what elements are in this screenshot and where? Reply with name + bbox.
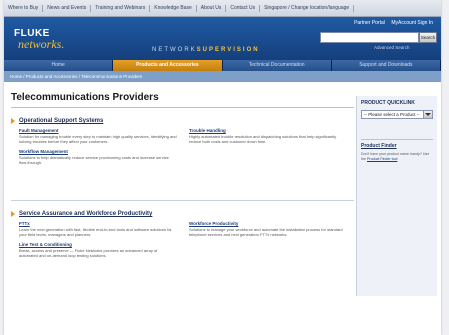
main-content: Telecommunications Providers Operational… xyxy=(11,92,354,263)
right-sidebar: PRODUCT QUICKLINK -- Please select a Pro… xyxy=(356,96,437,296)
chevron-right-icon xyxy=(11,211,15,217)
account-links: Partner Portal MyAccount Sign In xyxy=(349,20,433,26)
sign-in-link[interactable]: MyAccount Sign In xyxy=(391,20,433,26)
item-description: Highly automated trouble resolution and … xyxy=(189,134,337,144)
browser-page: Where to Buy News and Events Training an… xyxy=(4,0,441,335)
item-description: Solutions to manage your workforce and a… xyxy=(189,227,343,237)
product-finder-box: Product Finder Don't have your product n… xyxy=(361,139,433,162)
item-description: Break, access and preserve — Fluke Netwo… xyxy=(19,248,158,258)
tab-products[interactable]: Products and Accessories xyxy=(113,60,223,71)
product-finder-link[interactable]: Product Finder tool xyxy=(367,157,397,161)
section-oss: Operational Support Systems Fault Manage… xyxy=(11,118,354,170)
topbar-link-about-us[interactable]: About Us xyxy=(197,4,227,12)
list-item: Fault Management Solution for managing t… xyxy=(19,128,177,144)
item-description: Solutions to help dramatically reduce se… xyxy=(19,155,169,165)
main-nav: Home Products and Accessories Technical … xyxy=(4,60,441,71)
search-button[interactable]: Search xyxy=(419,32,437,43)
partner-portal-link[interactable]: Partner Portal xyxy=(354,20,385,26)
product-finder-title[interactable]: Product Finder xyxy=(361,143,433,149)
topbar-link-contact-us[interactable]: Contact Us xyxy=(226,4,261,12)
tab-home[interactable]: Home xyxy=(4,60,114,71)
utility-bar: Where to Buy News and Events Training an… xyxy=(4,0,441,17)
section-divider xyxy=(11,200,354,201)
tagline-highlight: SUPERVISION xyxy=(196,47,260,53)
list-item: Workforce Productivity Solutions to mana… xyxy=(189,221,347,237)
breadcrumb[interactable]: Home / Products and Accessories / Teleco… xyxy=(4,71,441,82)
item-description: Learn the next generation with fast, fle… xyxy=(19,227,172,237)
topbar-link-news[interactable]: News and Events xyxy=(43,4,92,12)
list-item: Workflow Management Solutions to help dr… xyxy=(19,149,177,165)
product-quicklink-select[interactable]: -- Please select a Product -- xyxy=(361,110,433,119)
tagline-prefix: NETWORK xyxy=(152,47,197,53)
list-item: Line Test & Conditioning Break, access a… xyxy=(19,242,177,258)
search-input[interactable] xyxy=(320,32,419,43)
section-title[interactable]: Operational Support Systems xyxy=(19,118,103,124)
section-title[interactable]: Service Assurance and Workforce Producti… xyxy=(19,211,152,217)
logo-networks-text: networks. xyxy=(18,37,65,51)
product-finder-text: Don't have your product name handy? Use … xyxy=(361,152,433,162)
chevron-down-icon[interactable] xyxy=(423,111,432,118)
topbar-link-training[interactable]: Training and Webinars xyxy=(91,4,151,12)
fluke-networks-logo[interactable]: FLUKE networks. xyxy=(14,29,65,51)
item-description: Solution for managing trouble every step… xyxy=(19,134,177,144)
section-service-assurance: Service Assurance and Workforce Producti… xyxy=(11,211,354,263)
advanced-search-link[interactable]: Advanced Search xyxy=(374,45,410,50)
chevron-right-icon xyxy=(11,118,15,124)
select-value: -- Please select a Product -- xyxy=(364,112,420,117)
site-header: FLUKE networks. NETWORKSUPERVISION Partn… xyxy=(4,17,441,60)
list-item: FTTx Learn the next generation with fast… xyxy=(19,221,177,237)
list-item: Trouble Handling Highly automated troubl… xyxy=(189,128,347,144)
topbar-link-where-to-buy[interactable]: Where to Buy xyxy=(4,4,44,12)
topbar-link-location[interactable]: Singapore / Change location/language xyxy=(260,4,355,12)
quicklink-title: PRODUCT QUICKLINK xyxy=(361,100,415,106)
tagline: NETWORKSUPERVISION xyxy=(152,47,260,53)
page-title: Telecommunications Providers xyxy=(11,92,354,108)
topbar-link-knowledge-base[interactable]: Knowledge Base xyxy=(150,4,197,12)
tab-technical-docs[interactable]: Technical Documentation xyxy=(222,60,332,71)
tab-support[interactable]: Support and Downloads xyxy=(331,60,441,71)
